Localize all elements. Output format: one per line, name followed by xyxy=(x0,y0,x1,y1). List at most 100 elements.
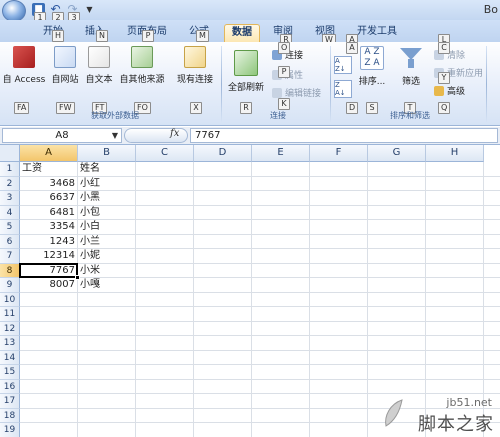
from-web-button[interactable]: 自网站 xyxy=(48,46,82,85)
row-header[interactable]: 18 xyxy=(0,408,20,423)
key-tip-refresh-all: R xyxy=(240,102,252,114)
column-header[interactable]: C xyxy=(136,145,194,162)
key-tip-page-layout: P xyxy=(142,30,154,42)
grid-line xyxy=(20,407,500,409)
cell-b[interactable]: 小包 xyxy=(78,206,136,221)
text-file-icon xyxy=(88,46,110,68)
sort-descending-icon: Z A↓ xyxy=(334,80,352,98)
row-header[interactable]: 12 xyxy=(0,321,20,336)
key-tip-edit-links: K xyxy=(278,98,290,110)
sort-descending-button[interactable]: Z A↓ xyxy=(334,80,352,98)
cell-b[interactable]: 小米 xyxy=(78,264,136,279)
web-icon xyxy=(54,46,76,68)
cell-a[interactable]: 8007 xyxy=(20,278,78,293)
row-header[interactable]: 3 xyxy=(0,191,20,206)
row-header[interactable]: 17 xyxy=(0,394,20,409)
insert-function-icon[interactable]: fx xyxy=(170,128,179,139)
cell-b[interactable]: 小嘎 xyxy=(78,278,136,293)
key-tip-reapply: Y xyxy=(438,72,450,84)
row-header[interactable]: 10 xyxy=(0,292,20,307)
key-tip-properties: P xyxy=(278,66,290,78)
cell-a[interactable]: 6481 xyxy=(20,206,78,221)
grid-line xyxy=(20,306,500,307)
tab-data[interactable]: 数据 xyxy=(224,24,260,42)
formula-input[interactable]: 7767 xyxy=(190,128,498,143)
group-separator xyxy=(486,46,487,122)
grid-line xyxy=(20,378,500,380)
grid-line xyxy=(20,320,500,322)
key-tip-connections: O xyxy=(278,42,291,54)
row-header[interactable]: 9 xyxy=(0,278,20,293)
row-header[interactable]: 7 xyxy=(0,249,20,264)
refresh-all-button[interactable]: 全部刷新 xyxy=(224,50,268,93)
column-header[interactable]: B xyxy=(78,145,136,162)
fill-handle[interactable] xyxy=(75,275,80,280)
watermark-url: jb51.net xyxy=(446,396,492,409)
cell-a[interactable]: 12314 xyxy=(20,249,78,264)
column-header[interactable]: F xyxy=(310,145,368,162)
column-header[interactable]: A xyxy=(20,145,78,162)
advanced-filter-button[interactable]: 高级 xyxy=(434,84,465,97)
cell-a[interactable]: 1243 xyxy=(20,235,78,250)
name-box[interactable]: A8 ▼ xyxy=(2,128,122,143)
worksheet-grid[interactable]: A B C D E F G H 1 2 3 4 5 6 7 8 9 10 11 12 13 14 15 16 17 18 19 工资姓… xyxy=(0,145,500,437)
group-separator xyxy=(330,46,331,122)
other-sources-icon xyxy=(131,46,153,68)
cell-b[interactable]: 小妮 xyxy=(78,249,136,264)
grid-line xyxy=(193,162,194,437)
cell-b[interactable]: 小兰 xyxy=(78,235,136,250)
row-header[interactable]: 6 xyxy=(0,234,20,249)
sort-ascending-button[interactable]: A Z↓ xyxy=(334,56,352,74)
column-header[interactable]: E xyxy=(252,145,310,162)
row-header[interactable]: 2 xyxy=(0,176,20,191)
row-header[interactable]: 16 xyxy=(0,379,20,394)
row-header[interactable]: 11 xyxy=(0,307,20,322)
column-header[interactable]: G xyxy=(368,145,426,162)
row-header[interactable]: 4 xyxy=(0,205,20,220)
grid-line xyxy=(20,349,500,351)
cell-b[interactable]: 姓名 xyxy=(78,162,136,177)
cell-b[interactable]: 小黑 xyxy=(78,191,136,206)
existing-connections-button[interactable]: 现有连接 xyxy=(172,46,218,85)
from-access-button[interactable]: 自 Access xyxy=(2,46,46,85)
cell-b[interactable]: 小白 xyxy=(78,220,136,235)
chevron-down-icon[interactable]: ▼ xyxy=(112,129,118,142)
column-header[interactable]: D xyxy=(194,145,252,162)
key-tip-insert: N xyxy=(96,30,108,42)
row-header[interactable]: 19 xyxy=(0,423,20,437)
select-all-corner[interactable] xyxy=(0,145,20,162)
row-header[interactable]: 14 xyxy=(0,350,20,365)
sort-button[interactable]: A ZZ A 排序... xyxy=(354,46,390,87)
office-button[interactable] xyxy=(2,0,26,22)
existing-connections-icon xyxy=(184,46,206,68)
key-tip-formulas: M xyxy=(196,30,209,42)
filter-button[interactable]: 筛选 xyxy=(394,46,428,87)
row-header[interactable]: 1 xyxy=(0,162,20,177)
edit-links-icon xyxy=(272,87,282,98)
group-label-connections: 连接 xyxy=(270,111,286,120)
from-other-sources-button[interactable]: 自其他来源 xyxy=(116,46,168,85)
cell-a[interactable]: 工资 xyxy=(20,162,78,177)
grid-line xyxy=(425,162,426,437)
key-tip-clear: C xyxy=(438,42,450,54)
grid-line xyxy=(251,162,252,437)
row-header[interactable]: 5 xyxy=(0,220,20,235)
row-header[interactable]: 13 xyxy=(0,336,20,351)
cell-b[interactable]: 小红 xyxy=(78,177,136,192)
group-label-get-external-data: 获取外部数据 xyxy=(91,111,139,120)
key-tip-sort: S xyxy=(366,102,378,114)
customize-toolbar-icon[interactable]: ▼ xyxy=(83,3,96,16)
column-header[interactable]: H xyxy=(426,145,484,162)
row-header[interactable]: 8 xyxy=(0,263,20,278)
cell-a[interactable]: 6637 xyxy=(20,191,78,206)
cell-a[interactable]: 7767 xyxy=(20,264,78,279)
cell-a[interactable]: 3354 xyxy=(20,220,78,235)
row-header[interactable]: 15 xyxy=(0,365,20,380)
from-text-button[interactable]: 自文本 xyxy=(82,46,116,85)
grid-line xyxy=(20,393,500,394)
ribbon-tab-bar: 开始 插入 页面布局 公式 数据 审阅 视图 开发工具 H N P M A R … xyxy=(0,20,500,46)
tab-developer[interactable]: 开发工具 xyxy=(352,24,402,42)
cell-a[interactable]: 3468 xyxy=(20,177,78,192)
grid-line xyxy=(20,335,500,336)
access-icon xyxy=(13,46,35,68)
